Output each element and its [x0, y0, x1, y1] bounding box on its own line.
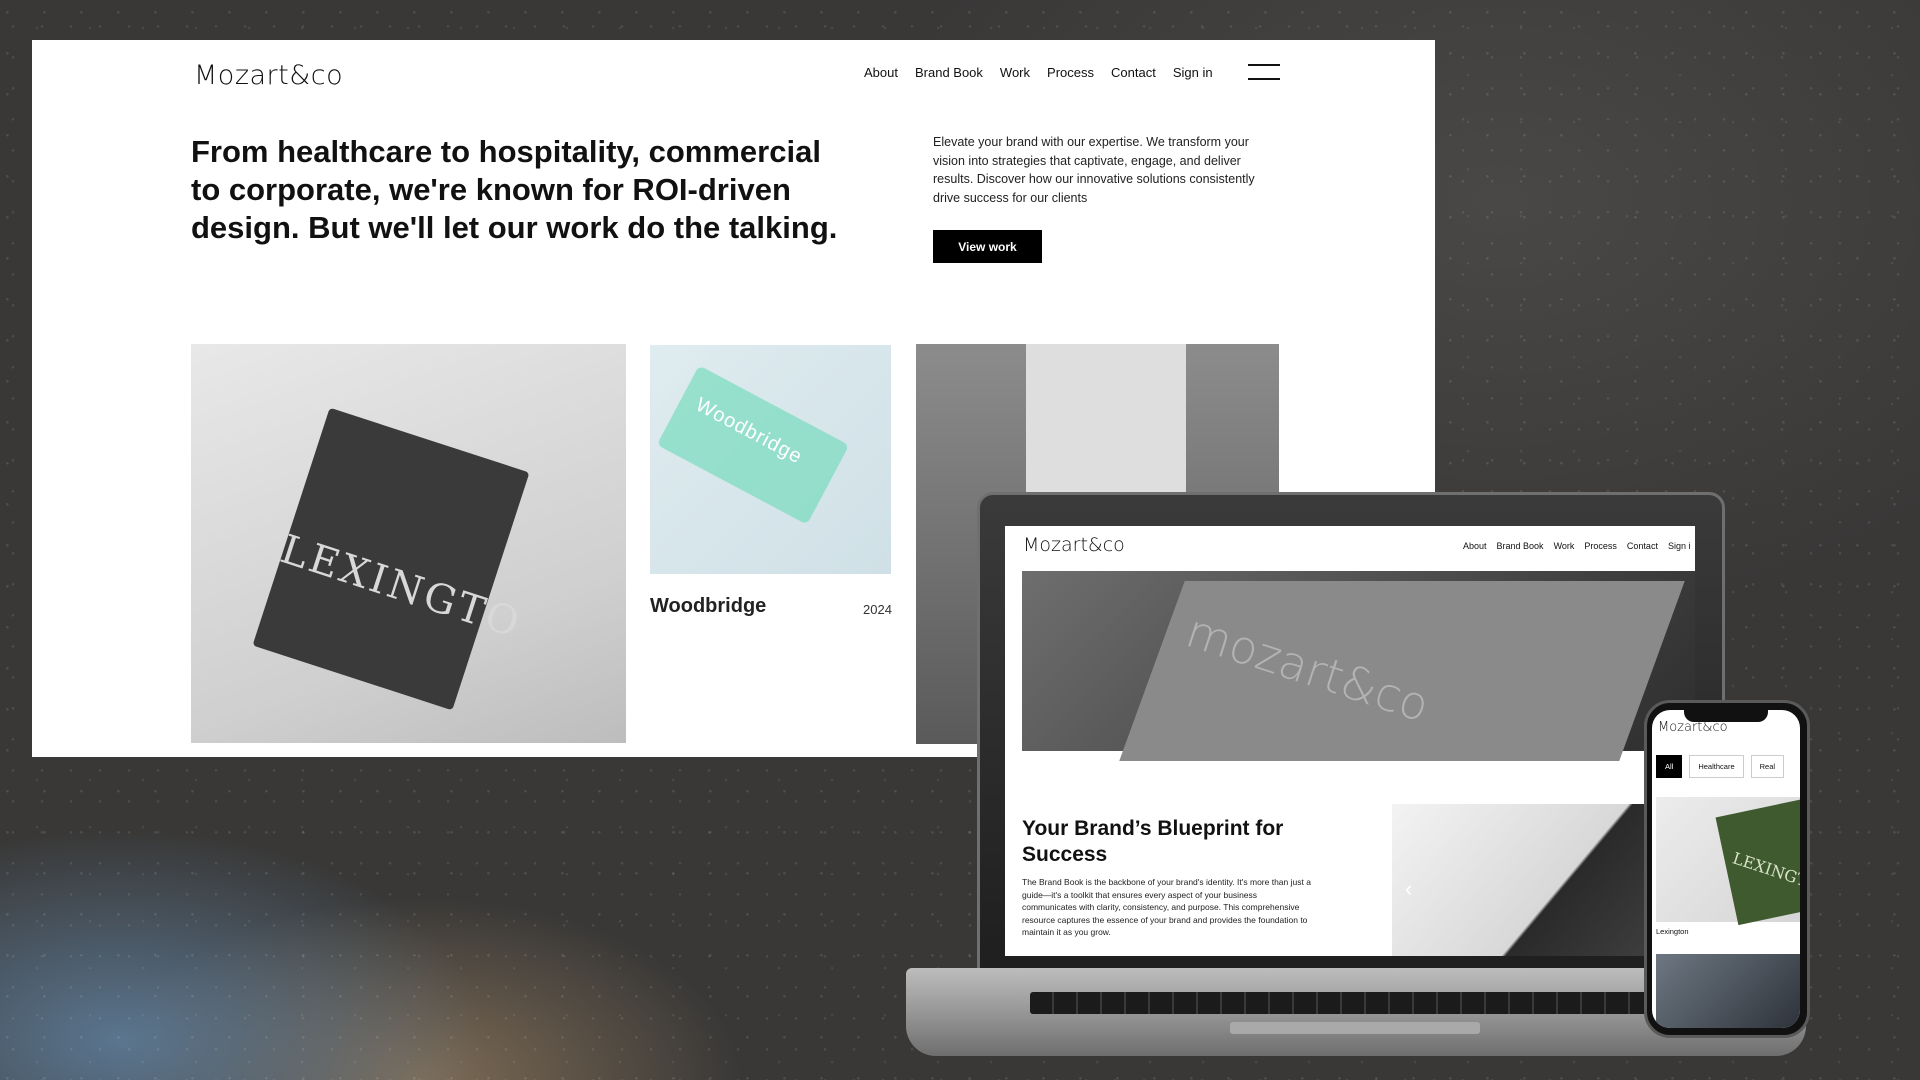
phone-project-image-2[interactable]: [1656, 954, 1800, 1028]
nav-about[interactable]: About: [864, 65, 898, 80]
phone-project-image-lexington[interactable]: LEXINGTO: [1656, 797, 1800, 926]
laptop-logo[interactable]: Mozart&co: [1023, 534, 1125, 556]
filter-all[interactable]: All: [1656, 755, 1683, 778]
view-work-button[interactable]: View work: [933, 230, 1042, 263]
phone-screen: Mozart&co All Healthcare Real LEXINGTO L…: [1652, 710, 1800, 1028]
nav-brand-book[interactable]: Brand Book: [915, 65, 983, 80]
laptop-nav-work[interactable]: Work: [1554, 541, 1575, 551]
nav-sign-in[interactable]: Sign in: [1173, 65, 1213, 80]
hero-headline: From healthcare to hospitality, commerci…: [191, 134, 838, 245]
filter-real[interactable]: Real: [1750, 755, 1785, 778]
hamburger-menu-icon[interactable]: [1248, 64, 1280, 82]
laptop-nav-about[interactable]: About: [1463, 541, 1487, 551]
laptop-keyboard: [1030, 992, 1680, 1014]
laptop-nav-brand-book[interactable]: Brand Book: [1497, 541, 1544, 551]
filter-healthcare[interactable]: Healthcare: [1689, 755, 1744, 778]
phone-logo[interactable]: Mozart&co: [1658, 720, 1728, 735]
laptop-nav-process[interactable]: Process: [1584, 541, 1617, 551]
laptop-nav-sign-in[interactable]: Sign i: [1668, 541, 1691, 551]
phone-notch: [1684, 708, 1768, 722]
chevron-left-icon[interactable]: ‹: [1405, 876, 1412, 902]
phone-filter-bar: All Healthcare Real: [1656, 755, 1785, 778]
hero-intro: Elevate your brand with our expertise. W…: [933, 135, 1255, 205]
brand-book-body: The Brand Book is the backbone of your b…: [1022, 877, 1311, 937]
project-card-woodbridge-image[interactable]: Woodbridge: [650, 345, 891, 574]
laptop-nav-contact[interactable]: Contact: [1627, 541, 1658, 551]
brand-book-title: Your Brand’s Blueprint for Success: [1022, 817, 1284, 866]
laptop-hero-image: mozart&co: [1022, 571, 1695, 761]
phone-project-caption[interactable]: Lexington: [1656, 927, 1689, 936]
project-year: 2024: [863, 602, 892, 617]
nav-process[interactable]: Process: [1047, 65, 1094, 80]
laptop-trackpad: [1230, 1022, 1480, 1034]
project-card-lexington-image[interactable]: LEXINGTO: [191, 344, 626, 743]
laptop-screen: Mozart&co About Brand Book Work Process …: [1005, 526, 1695, 956]
logo[interactable]: Mozart&co: [194, 60, 343, 91]
nav-work[interactable]: Work: [1000, 65, 1030, 80]
project-title-woodbridge[interactable]: Woodbridge: [650, 595, 766, 618]
nav-contact[interactable]: Contact: [1111, 65, 1156, 80]
main-nav: About Brand Book Work Process Contact Si…: [864, 65, 1213, 80]
laptop-nav: About Brand Book Work Process Contact Si…: [1463, 541, 1690, 551]
